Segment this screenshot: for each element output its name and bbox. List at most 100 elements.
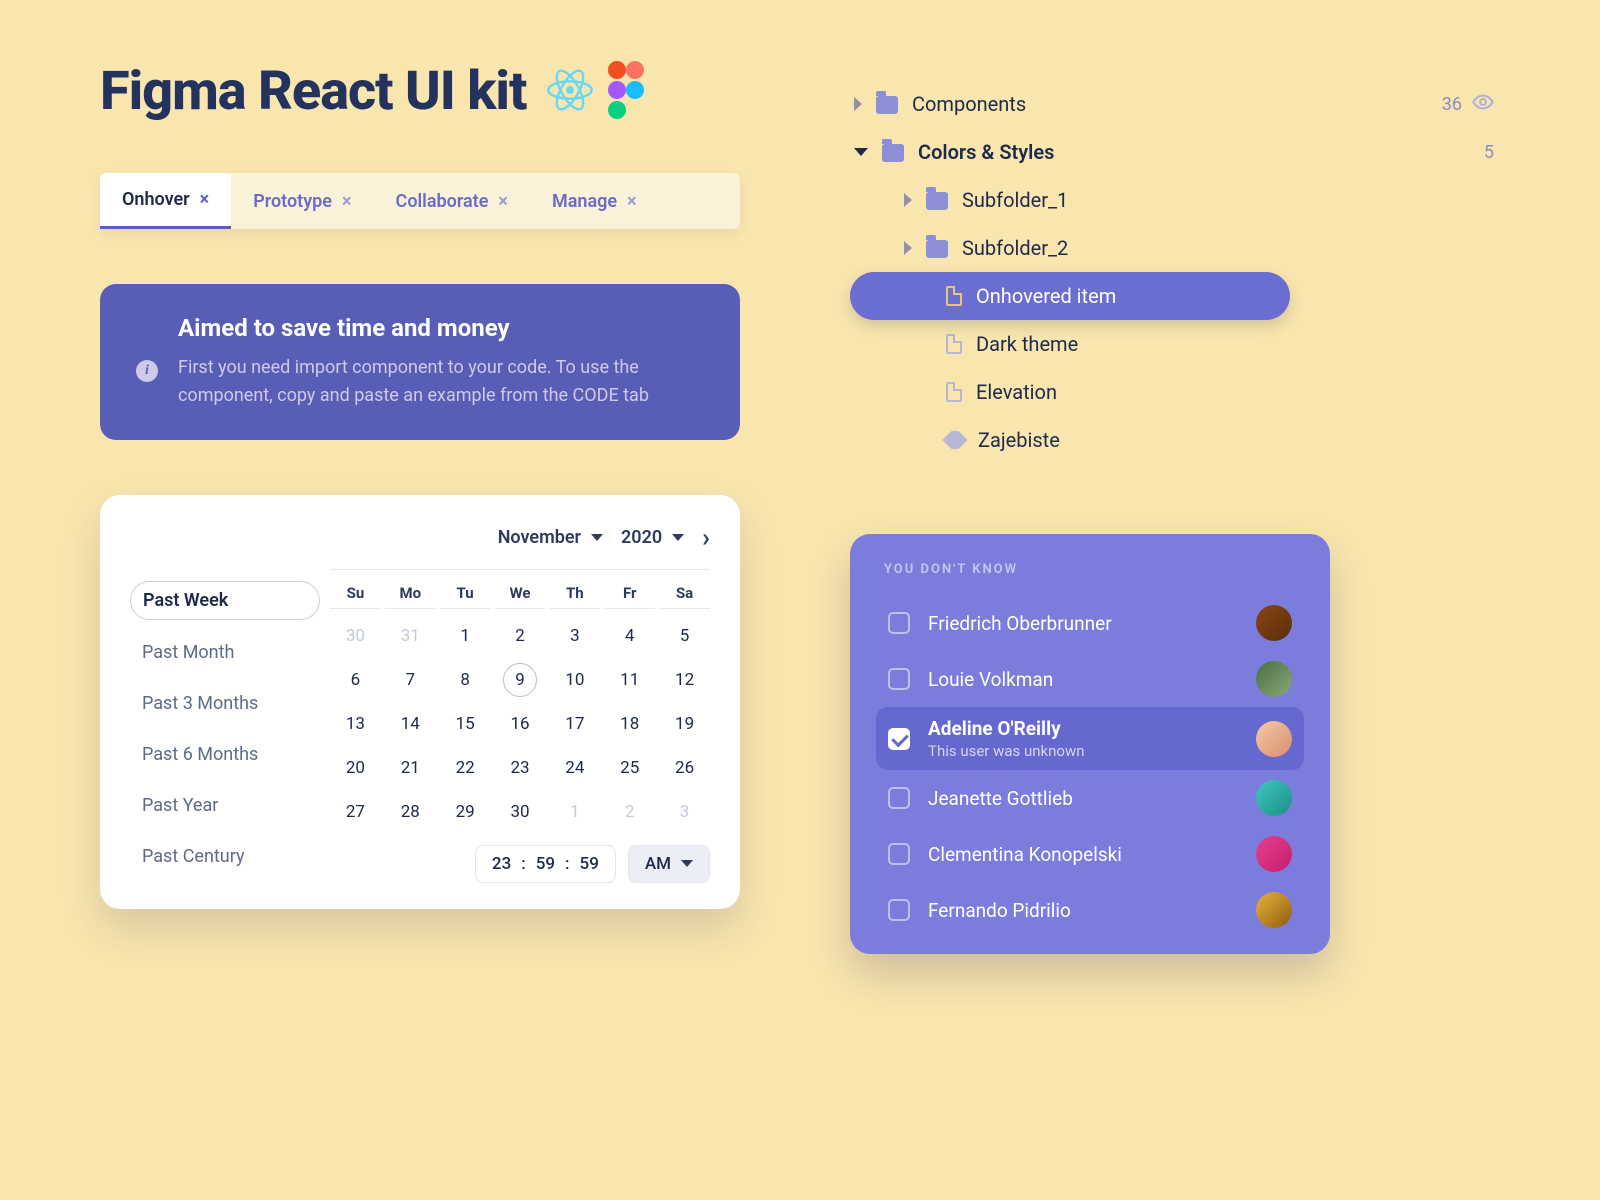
user-row[interactable]: Fernando Pidrilio xyxy=(876,882,1304,938)
calendar-day[interactable]: 2 xyxy=(495,619,546,653)
file-icon xyxy=(946,334,962,354)
calendar-day[interactable]: 3 xyxy=(659,795,710,829)
checkbox[interactable] xyxy=(888,787,910,809)
tree-label: Dark theme xyxy=(976,332,1078,356)
tab-collaborate[interactable]: Collaborate× xyxy=(374,173,530,229)
tree-item-zajebiste[interactable]: Zajebiste xyxy=(850,416,1500,464)
chevron-down-icon xyxy=(672,534,684,541)
next-month-button[interactable] xyxy=(702,523,710,553)
checkbox[interactable] xyxy=(888,899,910,921)
checkbox[interactable] xyxy=(888,668,910,690)
user-row[interactable]: Adeline O'ReillyThis user was unknown xyxy=(876,707,1304,770)
calendar-day[interactable]: 6 xyxy=(330,663,381,697)
calendar-day[interactable]: 2 xyxy=(604,795,655,829)
calendar-day[interactable]: 31 xyxy=(385,619,436,653)
tab-label: Manage xyxy=(552,191,617,212)
close-icon[interactable]: × xyxy=(627,191,637,212)
tab-onhover[interactable]: Onhover × xyxy=(100,173,231,229)
user-name: Clementina Konopelski xyxy=(928,843,1122,866)
user-subtitle: This user was unknown xyxy=(928,742,1085,760)
preset-past-6-months[interactable]: Past 6 Months xyxy=(130,736,320,773)
tag-icon xyxy=(942,427,967,452)
calendar-day[interactable]: 8 xyxy=(440,663,491,697)
preset-past-week[interactable]: Past Week xyxy=(130,581,320,620)
tree-folder-components[interactable]: Components 36 xyxy=(850,80,1500,128)
calendar-day[interactable]: 25 xyxy=(604,751,655,785)
month-select[interactable]: November xyxy=(498,527,603,548)
user-row[interactable]: Jeanette Gottlieb xyxy=(876,770,1304,826)
figma-icon xyxy=(606,61,646,123)
calendar-day[interactable]: 12 xyxy=(659,663,710,697)
ampm-select[interactable]: AM xyxy=(628,845,710,883)
tree-label: Zajebiste xyxy=(978,428,1060,452)
tree-item-dark-theme[interactable]: Dark theme xyxy=(850,320,1500,368)
calendar-day[interactable]: 21 xyxy=(385,751,436,785)
react-icon xyxy=(544,64,596,120)
tree-item-onhovered[interactable]: Onhovered item xyxy=(850,272,1290,320)
calendar-day[interactable]: 24 xyxy=(549,751,600,785)
dow-label: Tu xyxy=(440,584,491,609)
user-row[interactable]: Louie Volkman xyxy=(876,651,1304,707)
user-row[interactable]: Friedrich Oberbrunner xyxy=(876,595,1304,651)
calendar-day[interactable]: 10 xyxy=(549,663,600,697)
tab-label: Onhover xyxy=(122,189,190,210)
tree-item-elevation[interactable]: Elevation xyxy=(850,368,1500,416)
close-icon[interactable]: × xyxy=(498,191,508,212)
user-row[interactable]: Clementina Konopelski xyxy=(876,826,1304,882)
tree-label: Onhovered item xyxy=(976,284,1116,308)
tree-label: Colors & Styles xyxy=(918,140,1054,164)
preset-past-month[interactable]: Past Month xyxy=(130,634,320,671)
calendar-day[interactable]: 1 xyxy=(440,619,491,653)
calendar-day[interactable]: 30 xyxy=(330,619,381,653)
user-name: Fernando Pidrilio xyxy=(928,899,1071,922)
calendar-day[interactable]: 19 xyxy=(659,707,710,741)
calendar-day[interactable]: 18 xyxy=(604,707,655,741)
calendar-day[interactable]: 20 xyxy=(330,751,381,785)
tree-folder-subfolder-2[interactable]: Subfolder_2 xyxy=(850,224,1500,272)
preset-past-3-months[interactable]: Past 3 Months xyxy=(130,685,320,722)
tree-label: Subfolder_2 xyxy=(962,236,1068,260)
calendar-day[interactable]: 23 xyxy=(495,751,546,785)
time-input[interactable]: 23 : 59 : 59 xyxy=(475,845,616,883)
calendar-day[interactable]: 27 xyxy=(330,795,381,829)
checkbox[interactable] xyxy=(888,843,910,865)
avatar xyxy=(1256,892,1292,928)
calendar-day[interactable]: 30 xyxy=(495,795,546,829)
tree-folder-colors-styles[interactable]: Colors & Styles 5 xyxy=(850,128,1500,176)
tree-folder-subfolder-1[interactable]: Subfolder_1 xyxy=(850,176,1500,224)
preset-past-century[interactable]: Past Century xyxy=(130,838,320,875)
tab-manage[interactable]: Manage × xyxy=(530,173,659,229)
checkbox[interactable] xyxy=(888,728,910,750)
calendar-day[interactable]: 16 xyxy=(495,707,546,741)
checkbox[interactable] xyxy=(888,612,910,634)
user-list-heading: YOU DON'T KNOW xyxy=(876,562,1304,577)
calendar-day[interactable]: 4 xyxy=(604,619,655,653)
calendar-day[interactable]: 17 xyxy=(549,707,600,741)
calendar-day[interactable]: 15 xyxy=(440,707,491,741)
item-count: 5 xyxy=(1484,142,1494,163)
calendar-day[interactable]: 29 xyxy=(440,795,491,829)
callout-title: Aimed to save time and money xyxy=(178,314,704,342)
calendar-day[interactable]: 11 xyxy=(604,663,655,697)
year-select[interactable]: 2020 xyxy=(621,527,684,548)
dow-label: Fr xyxy=(604,584,655,609)
calendar-day[interactable]: 7 xyxy=(385,663,436,697)
user-list-card: YOU DON'T KNOW Friedrich OberbrunnerLoui… xyxy=(850,534,1330,954)
calendar-day[interactable]: 28 xyxy=(385,795,436,829)
calendar-day[interactable]: 22 xyxy=(440,751,491,785)
info-callout: i Aimed to save time and money First you… xyxy=(100,284,740,440)
dow-label: Sa xyxy=(659,584,710,609)
calendar-day[interactable]: 3 xyxy=(549,619,600,653)
close-icon[interactable]: × xyxy=(200,189,210,210)
preset-past-year[interactable]: Past Year xyxy=(130,787,320,824)
calendar-day[interactable]: 1 xyxy=(549,795,600,829)
dow-label: We xyxy=(495,584,546,609)
calendar-day[interactable]: 5 xyxy=(659,619,710,653)
calendar-day[interactable]: 9 xyxy=(503,663,537,697)
folder-icon xyxy=(926,192,948,210)
tab-prototype[interactable]: Prototype× xyxy=(231,173,373,229)
calendar-day[interactable]: 26 xyxy=(659,751,710,785)
calendar-day[interactable]: 13 xyxy=(330,707,381,741)
calendar-day[interactable]: 14 xyxy=(385,707,436,741)
close-icon[interactable]: × xyxy=(342,191,352,212)
